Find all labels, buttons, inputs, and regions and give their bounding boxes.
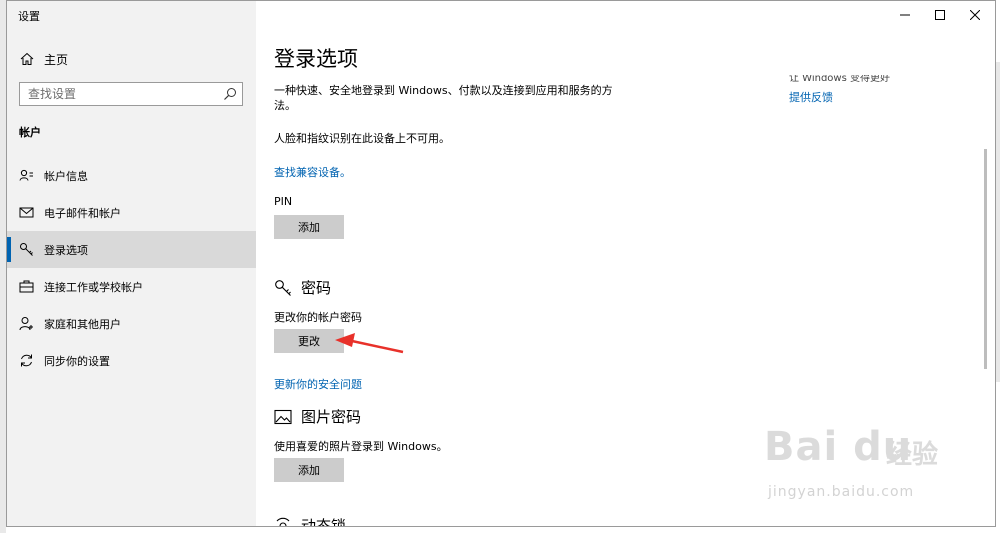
nav-home-label: 主页 bbox=[44, 53, 69, 67]
baidu-watermark: Bai du 经验 jingyan.baidu.com bbox=[758, 424, 958, 514]
pin-label: PIN bbox=[274, 195, 293, 208]
face-unavailable-text: 人脸和指纹识别在此设备上不可用。 bbox=[274, 132, 450, 145]
sidebar-item-label: 连接工作或学校帐户 bbox=[44, 281, 143, 294]
give-feedback-link[interactable]: 提供反馈 bbox=[789, 89, 833, 105]
picture-password-heading-text: 图片密码 bbox=[301, 408, 362, 426]
sidebar-item-label: 家庭和其他用户 bbox=[44, 318, 121, 331]
sidebar-section-header: 帐户 bbox=[19, 126, 41, 139]
sidebar-item-family[interactable]: 家庭和其他用户 bbox=[7, 305, 256, 342]
scrollbar[interactable] bbox=[984, 149, 987, 369]
mail-icon bbox=[19, 207, 34, 218]
nav-home[interactable]: 主页 bbox=[7, 45, 256, 73]
sidebar-item-email[interactable]: 电子邮件和帐户 bbox=[7, 194, 256, 231]
sidebar-item-label: 电子邮件和帐户 bbox=[44, 207, 121, 220]
picture-icon bbox=[274, 409, 292, 424]
sidebar-item-label: 同步你的设置 bbox=[44, 355, 110, 368]
home-icon bbox=[20, 52, 34, 65]
dynamic-lock-icon bbox=[276, 517, 290, 526]
sidebar: 设置 主页 帐户 帐户信息 bbox=[7, 1, 256, 526]
sidebar-item-sign-in-options[interactable]: 登录选项 bbox=[7, 231, 256, 268]
key-icon bbox=[20, 243, 33, 256]
picture-password-add-button[interactable]: 添加 bbox=[274, 458, 344, 482]
sidebar-item-label: 帐户信息 bbox=[44, 170, 88, 183]
picture-password-subtext: 使用喜爱的照片登录到 Windows。 bbox=[274, 440, 448, 453]
key-icon bbox=[275, 279, 291, 296]
window-title: 设置 bbox=[18, 10, 40, 23]
briefcase-icon bbox=[19, 280, 34, 293]
update-security-questions-link[interactable]: 更新你的安全问题 bbox=[274, 376, 362, 392]
outer-scrollbar bbox=[996, 62, 1000, 382]
page-description: 一种快速、安全地登录到 Windows、付款以及连接到应用和服务的方法。 bbox=[274, 84, 613, 112]
search-box[interactable] bbox=[19, 82, 243, 106]
pin-add-button[interactable]: 添加 bbox=[274, 215, 344, 239]
dynamic-lock-heading-text: 动态锁 bbox=[301, 517, 347, 527]
watermark-cn: 经验 bbox=[886, 440, 939, 470]
password-subtext: 更改你的帐户密码 bbox=[274, 311, 362, 324]
password-heading-text: 密码 bbox=[301, 279, 332, 297]
search-input[interactable] bbox=[20, 83, 216, 105]
dynamic-lock-heading: 动态锁 bbox=[274, 515, 347, 527]
person-card-icon bbox=[19, 169, 33, 181]
sidebar-item-work-school[interactable]: 连接工作或学校帐户 bbox=[7, 268, 256, 305]
change-password-button[interactable]: 更改 bbox=[274, 329, 344, 353]
sidebar-item-label: 登录选项 bbox=[44, 244, 88, 257]
make-windows-better-text: 让 Windows 变得更好 bbox=[789, 73, 890, 84]
sidebar-item-sync[interactable]: 同步你的设置 bbox=[7, 342, 256, 379]
picture-password-heading: 图片密码 bbox=[274, 406, 361, 427]
password-heading: 密码 bbox=[274, 277, 331, 298]
watermark-url: jingyan.baidu.com bbox=[768, 484, 915, 500]
find-compatible-devices-link[interactable]: 查找兼容设备。 bbox=[274, 164, 351, 180]
sync-icon bbox=[21, 354, 32, 367]
page-title: 登录选项 bbox=[274, 47, 358, 71]
search-icon[interactable] bbox=[223, 87, 237, 101]
sidebar-item-account-info[interactable]: 帐户信息 bbox=[7, 157, 256, 194]
person-add-icon bbox=[19, 317, 33, 331]
